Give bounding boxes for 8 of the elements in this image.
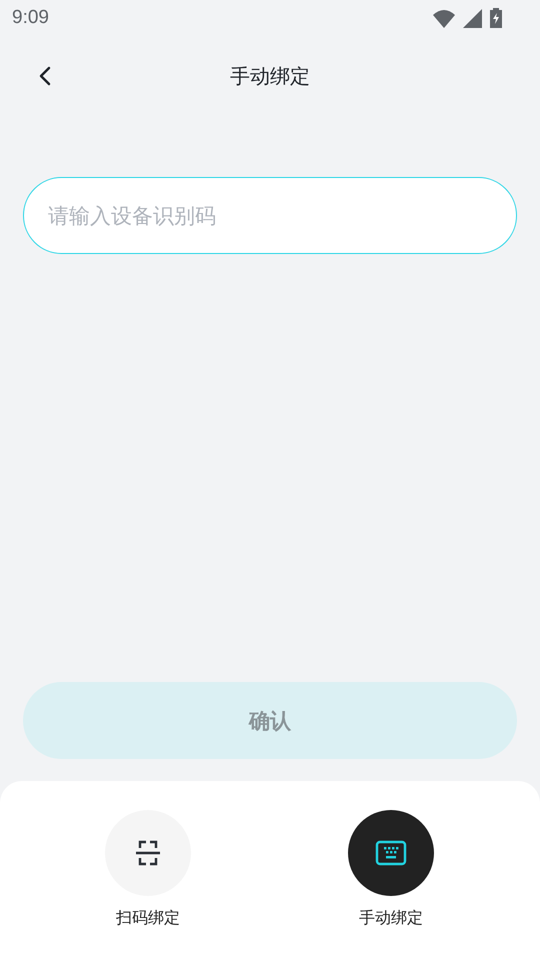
- page-title: 手动绑定: [230, 62, 310, 90]
- device-code-field[interactable]: 请输入设备识别码: [23, 177, 517, 254]
- wifi-icon: [433, 8, 455, 28]
- battery-icon: [490, 8, 502, 28]
- signal-icon: [463, 8, 482, 28]
- mode-label: 手动绑定: [359, 908, 423, 929]
- mode-label: 扫码绑定: [116, 908, 180, 929]
- status-time: 9:09: [12, 7, 49, 29]
